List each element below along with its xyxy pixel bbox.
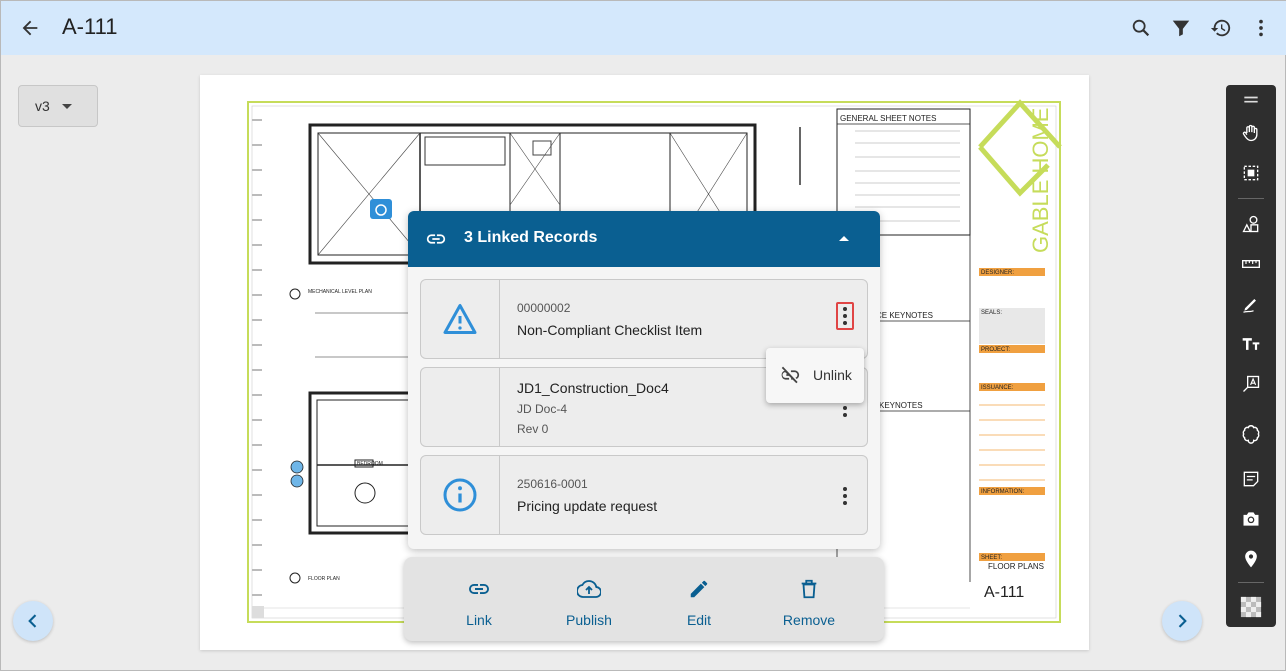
search-button[interactable]	[1127, 14, 1155, 42]
remove-label: Remove	[782, 612, 836, 628]
record-title: Pricing update request	[517, 498, 658, 514]
publish-button[interactable]: Publish	[534, 557, 644, 641]
link-label: Link	[466, 612, 492, 628]
previous-sheet-button[interactable]	[13, 601, 53, 641]
chevron-up-icon[interactable]	[834, 231, 854, 247]
edit-label: Edit	[686, 612, 712, 628]
unlink-menu-item[interactable]: Unlink	[813, 367, 852, 383]
project-label: PROJECT:	[981, 347, 1010, 353]
app-header: A-111	[1, 1, 1286, 55]
edit-button[interactable]: Edit	[644, 557, 754, 641]
remove-button[interactable]: Remove	[754, 557, 864, 641]
text-icon	[1242, 338, 1260, 350]
sheet-number: A-111	[984, 584, 1024, 601]
record-title: JD1_Construction_Doc4	[517, 380, 669, 396]
record-card[interactable]: 00000002 Non-Compliant Checklist Item	[420, 279, 868, 359]
cloud-tool-button[interactable]	[1236, 419, 1266, 449]
pen-icon	[1243, 299, 1256, 313]
record-menu-button[interactable]	[836, 482, 854, 510]
opacity-tool-button[interactable]	[1236, 592, 1266, 622]
chevron-right-icon	[1178, 614, 1187, 628]
toolbar-handle[interactable]	[1236, 85, 1266, 115]
photo-marker[interactable]	[370, 199, 392, 219]
shapes-tool-button[interactable]	[1236, 209, 1266, 239]
drag-handle-icon	[1244, 96, 1258, 103]
record-thumbnail	[421, 456, 500, 534]
next-sheet-button[interactable]	[1162, 601, 1202, 641]
markup-toolbar	[1226, 85, 1276, 627]
pan-tool-button[interactable]	[1236, 118, 1266, 148]
record-subtitle: JD Doc-4	[517, 402, 568, 416]
filter-button[interactable]	[1167, 14, 1195, 42]
seals-label: SEALS:	[981, 310, 1002, 316]
caret-down-icon	[61, 103, 72, 109]
room-label: BEDROOM	[357, 461, 383, 467]
search-icon	[1132, 19, 1150, 37]
select-tool-button[interactable]	[1236, 158, 1266, 188]
back-button[interactable]	[15, 13, 45, 43]
keynotes-b: KEYNOTES	[879, 401, 923, 410]
location-tool-button[interactable]	[1236, 544, 1266, 574]
camera-icon	[1243, 512, 1259, 526]
link-icon	[426, 234, 446, 244]
history-icon	[1210, 19, 1231, 37]
sheet-name: FLOOR PLANS	[988, 562, 1044, 571]
record-actions-bar: Link Publish Edit Remove	[404, 557, 884, 641]
sheet-label: SHEET:	[981, 555, 1002, 561]
note-tool-button[interactable]	[1236, 464, 1266, 494]
shapes-icon	[1242, 215, 1259, 233]
issuance-label: ISSUANCE:	[981, 385, 1014, 391]
measure-tool-button[interactable]	[1236, 249, 1266, 279]
more-options-button[interactable]	[1247, 14, 1275, 42]
warning-icon	[443, 304, 477, 334]
plan-label-bottom: FLOOR PLAN	[308, 576, 340, 582]
record-revision: Rev 0	[517, 422, 549, 436]
keynotes-a: CE KEYNOTES	[876, 311, 933, 320]
unlink-icon	[781, 366, 800, 384]
record-menu-button[interactable]	[836, 302, 854, 330]
record-id: 00000002	[517, 301, 571, 315]
link-icon	[469, 584, 489, 594]
chevron-left-icon	[28, 614, 37, 628]
pencil-icon	[690, 580, 708, 598]
info-icon	[443, 478, 477, 512]
hand-icon	[1242, 124, 1258, 142]
text-tool-button[interactable]	[1236, 329, 1266, 359]
cloud-upload-icon	[577, 580, 601, 598]
page-title: A-111	[62, 14, 118, 39]
linked-records-title: 3 Linked Records	[464, 229, 598, 246]
record-thumbnail	[421, 280, 500, 358]
cloud-icon	[1242, 425, 1260, 444]
information-label: INFORMATION:	[981, 489, 1025, 495]
plan-label-top: MECHANICAL LEVEL PLAN	[308, 289, 372, 295]
callout-tool-button[interactable]	[1236, 369, 1266, 399]
ruler-icon	[1242, 260, 1260, 268]
more-vertical-icon	[1259, 19, 1263, 37]
select-area-icon	[1243, 165, 1259, 181]
brand-text: GABLE HOME	[1028, 108, 1053, 253]
callout-icon	[1243, 375, 1260, 392]
record-thumbnail	[421, 368, 500, 446]
note-icon	[1243, 471, 1259, 487]
version-value: v3	[35, 98, 50, 114]
map-pin-icon	[1245, 550, 1257, 568]
designer-label: DESIGNER:	[981, 270, 1014, 276]
version-select[interactable]: v3	[18, 85, 98, 127]
publish-label: Publish	[566, 612, 612, 628]
record-title: Non-Compliant Checklist Item	[517, 322, 703, 338]
record-context-menu: Unlink	[766, 348, 864, 403]
trash-icon	[801, 579, 817, 599]
notes-title: GENERAL SHEET NOTES	[840, 114, 936, 123]
filter-icon	[1172, 20, 1190, 37]
record-id: 250616-0001	[517, 477, 588, 491]
link-button[interactable]: Link	[424, 557, 534, 641]
record-card[interactable]: 250616-0001 Pricing update request	[420, 455, 868, 535]
history-button[interactable]	[1207, 14, 1235, 42]
linked-records-header[interactable]: 3 Linked Records	[408, 211, 880, 267]
photo-tool-button[interactable]	[1236, 504, 1266, 534]
arrow-left-icon	[22, 20, 38, 36]
transparency-icon	[1240, 596, 1262, 618]
draw-tool-button[interactable]	[1236, 289, 1266, 319]
